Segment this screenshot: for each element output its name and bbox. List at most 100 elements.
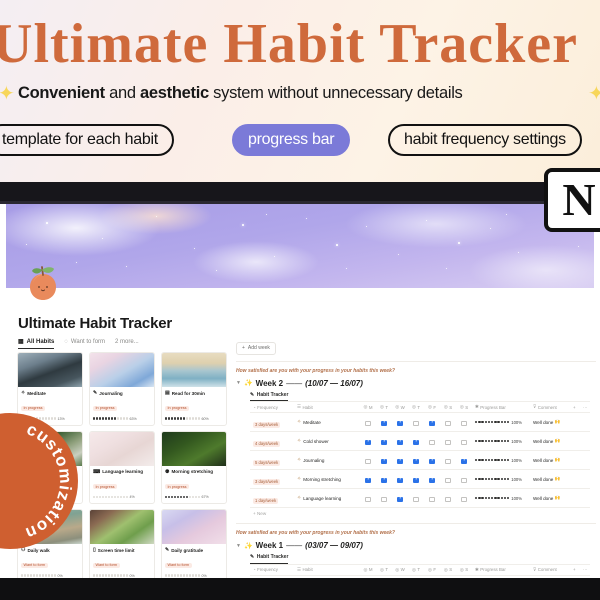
cell-day-checkbox[interactable] [456,469,472,489]
habit-card[interactable]: ⚉ Morning stretching In progress 67% [161,430,227,504]
cell-day-checkbox[interactable] [392,412,408,432]
col-habit[interactable]: ☰ Habit [294,401,360,413]
add-column-button[interactable]: + [570,563,580,576]
col-day[interactable]: ◎ S [440,401,456,413]
checkbox-icon[interactable] [365,420,371,426]
col-day[interactable]: ◎ S [456,563,472,576]
habit-card[interactable]: ✎ Daily gratitude Want to form 0% [161,509,227,578]
checkbox-icon[interactable] [397,420,403,426]
col-day[interactable]: ◎ M [360,563,376,576]
cell-day-checkbox[interactable] [392,488,408,508]
col-day[interactable]: ◎ T [376,401,392,413]
cell-day-checkbox[interactable] [424,431,440,451]
cell-comment[interactable]: Well done 🙌 [530,450,570,470]
checkbox-icon[interactable] [461,496,467,502]
cell-day-checkbox[interactable] [440,488,456,508]
checkbox-icon[interactable] [429,439,435,445]
cell-day-checkbox[interactable] [392,469,408,489]
cell-day-checkbox[interactable] [392,450,408,470]
col-progress-bar[interactable]: ✱ Progress Bar [472,401,530,413]
checkbox-icon[interactable] [365,439,371,445]
checkbox-icon[interactable] [397,458,403,464]
table-row[interactable]: 3 days/week ✧Morning stretching 100% Well d… [250,469,590,489]
checkbox-icon[interactable] [429,420,435,426]
col-day[interactable]: ◎ W [392,401,408,413]
cell-day-checkbox[interactable] [424,412,440,432]
cell-day-checkbox[interactable] [408,431,424,451]
cell-day-checkbox[interactable] [360,431,376,451]
cell-day-checkbox[interactable] [408,469,424,489]
view-tab-more[interactable]: 2 more... [115,339,139,348]
column-more-button[interactable]: ··· [580,563,590,576]
cell-comment[interactable]: Well done 🙌 [530,412,570,432]
checkbox-icon[interactable] [397,496,403,502]
checkbox-icon[interactable] [413,458,419,464]
col-day[interactable]: ◎ T [376,563,392,576]
habit-card[interactable]: ▯ Screen time limit Want to form 0% [89,509,155,578]
week-header[interactable]: ▼ ✨ Week 1 —— (03/07 — 09/07) [236,541,596,550]
table-row[interactable]: 3 days/week ✧Meditate 100% Well done🙌 [250,412,590,432]
checkbox-icon[interactable] [381,496,387,502]
cell-day-checkbox[interactable] [456,450,472,470]
cell-day-checkbox[interactable] [440,412,456,432]
checkbox-icon[interactable] [445,477,451,483]
cell-day-checkbox[interactable] [376,450,392,470]
checkbox-icon[interactable] [413,477,419,483]
cell-comment[interactable]: Well done 🙌 [530,488,570,508]
cell-day-checkbox[interactable] [408,412,424,432]
feature-pill-template[interactable]: template for each habit [0,124,174,156]
cell-day-checkbox[interactable] [456,488,472,508]
col-comment[interactable]: ⊽ Comment [530,401,570,413]
checkbox-icon[interactable] [461,477,467,483]
cell-day-checkbox[interactable] [440,450,456,470]
cell-day-checkbox[interactable] [456,412,472,432]
checkbox-icon[interactable] [381,458,387,464]
cell-comment[interactable]: Well done 🙌 [530,431,570,451]
cell-day-checkbox[interactable] [456,431,472,451]
col-frequency[interactable]: ◔ Frequency [250,401,294,413]
table-row[interactable]: 4 days/week ✧Cold shower 100% Well done🙌 [250,431,590,451]
column-more-button[interactable]: ··· [580,401,590,413]
database-tab-habit-tracker[interactable]: ✎ Habit Tracker [250,554,289,564]
checkbox-icon[interactable] [381,420,387,426]
cell-day-checkbox[interactable] [360,469,376,489]
cell-day-checkbox[interactable] [424,469,440,489]
cell-day-checkbox[interactable] [392,431,408,451]
checkbox-icon[interactable] [365,496,371,502]
col-day[interactable]: ◎ T [408,563,424,576]
cell-day-checkbox[interactable] [408,488,424,508]
chevron-down-icon[interactable]: ▼ [236,380,241,386]
col-day[interactable]: ◎ M [360,401,376,413]
cell-frequency[interactable]: 5 days/week [250,450,294,470]
cell-day-checkbox[interactable] [376,431,392,451]
col-day[interactable]: ◎ S [456,401,472,413]
cell-day-checkbox[interactable] [440,469,456,489]
week-header[interactable]: ▼ ✨ Week 2 —— (10/07 — 16/07) [236,379,596,388]
checkbox-icon[interactable] [461,458,467,464]
cell-comment[interactable]: Well done 🙌 [530,469,570,489]
habit-card[interactable]: ⌨ Language learning In progress 4% [89,430,155,504]
cell-day-checkbox[interactable] [440,431,456,451]
col-day[interactable]: ◎ T [408,401,424,413]
checkbox-icon[interactable] [429,496,435,502]
col-frequency[interactable]: ◔ Frequency [250,563,294,576]
database-tab-habit-tracker[interactable]: ✎ Habit Tracker [250,392,289,401]
view-tab-all-habits[interactable]: ▦ All Habits [18,338,55,349]
feature-pill-progress-bar[interactable]: progress bar [232,124,351,156]
checkbox-icon[interactable] [397,477,403,483]
checkbox-icon[interactable] [429,477,435,483]
add-week-button[interactable]: + Add week [236,341,276,355]
cell-habit[interactable]: ✧ Cold shower [294,431,360,451]
checkbox-icon[interactable] [429,458,435,464]
col-day[interactable]: ◎ F [424,401,440,413]
checkbox-icon[interactable] [381,477,387,483]
checkbox-icon[interactable] [413,420,419,426]
checkbox-icon[interactable] [397,439,403,445]
col-progress-bar[interactable]: ✱ Progress Bar [472,563,530,576]
col-comment[interactable]: ⊽ Comment [530,563,570,576]
cell-day-checkbox[interactable] [424,488,440,508]
cell-day-checkbox[interactable] [424,450,440,470]
checkbox-icon[interactable] [365,458,371,464]
checkbox-icon[interactable] [445,420,451,426]
cell-day-checkbox[interactable] [408,450,424,470]
